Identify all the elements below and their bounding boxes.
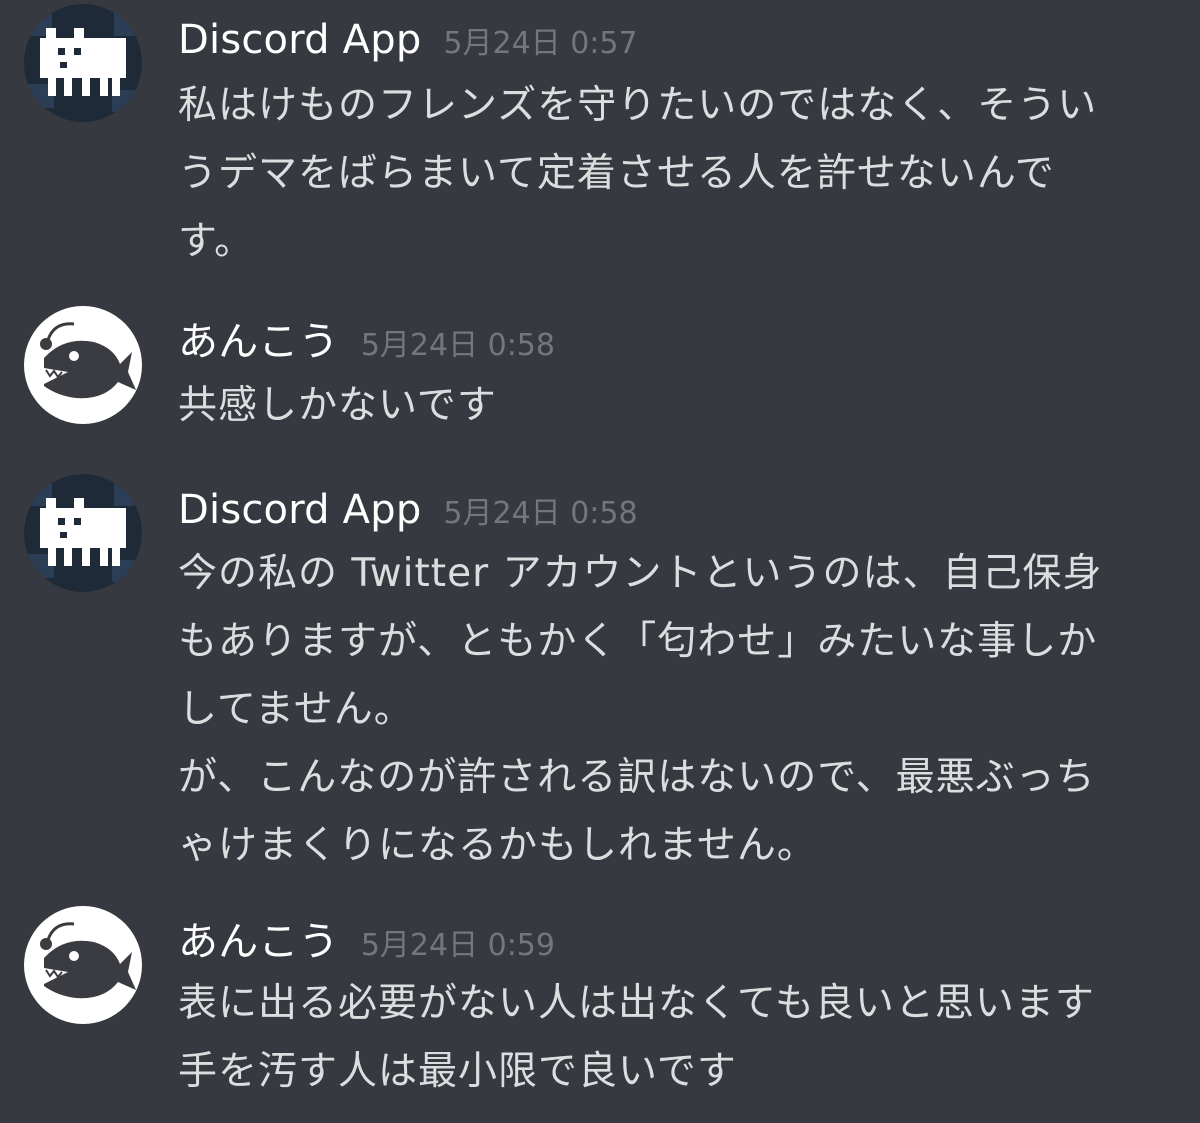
anglerfish-icon: [24, 306, 142, 424]
message-content: 表に出る必要がない人は出なくても良いと思います 手を汚す人は最小限で良いです: [178, 970, 1095, 1106]
message-line: が、こんなのが許される訳はないので、最悪ぶっち: [178, 755, 1096, 800]
avatar[interactable]: [24, 306, 142, 424]
message-line: うデマをばらまいて定着させる人を許せないんで: [178, 151, 1055, 196]
message-line: 今の私の Twitter アカウントというのは、自己保身: [178, 551, 1103, 596]
message-header: あんこう 5月24日 0:59: [178, 922, 555, 962]
timestamp: 5月24日 0:59: [360, 928, 555, 963]
message-content: 今の私の Twitter アカウントというのは、自己保身 もありますが、ともかく…: [178, 540, 1103, 880]
message-header: Discord App 5月24日 0:57: [178, 20, 638, 60]
chat-message-list: Discord App 5月24日 0:57 私はけものフレンズを守りたいのでは…: [0, 0, 1200, 1123]
message-line: 共感しかないです: [178, 383, 497, 428]
message-header: あんこう 5月24日 0:58: [178, 322, 555, 362]
message-line: もありますが、ともかく「匂わせ」みたいな事しか: [178, 619, 1098, 664]
avatar[interactable]: [24, 906, 142, 1024]
username[interactable]: Discord App: [178, 490, 421, 530]
message-content: 私はけものフレンズを守りたいのではなく、そうい うデマをばらまいて定着させる人を…: [178, 72, 1097, 276]
message-line: 手を汚す人は最小限で良いです: [178, 1049, 737, 1094]
avatar[interactable]: [24, 474, 142, 592]
message-line: 私はけものフレンズを守りたいのではなく、そうい: [178, 83, 1098, 128]
avatar[interactable]: [24, 4, 142, 122]
message-content: 共感しかないです: [178, 372, 497, 440]
username[interactable]: あんこう: [178, 322, 339, 362]
pixel-creature-icon: [24, 474, 142, 592]
timestamp: 5月24日 0:58: [443, 496, 638, 531]
timestamp: 5月24日 0:58: [360, 328, 555, 363]
message-line: ゃけまくりになるかもしれません。: [178, 823, 817, 868]
pixel-creature-icon: [24, 4, 142, 122]
username[interactable]: Discord App: [178, 20, 421, 60]
message-line: す。: [178, 219, 255, 264]
message-line: してません。: [178, 687, 414, 732]
message-header: Discord App 5月24日 0:58: [178, 490, 638, 530]
anglerfish-icon: [24, 906, 142, 1024]
timestamp: 5月24日 0:57: [443, 26, 638, 61]
message-line: 表に出る必要がない人は出なくても良いと思います: [178, 981, 1095, 1026]
username[interactable]: あんこう: [178, 922, 339, 962]
